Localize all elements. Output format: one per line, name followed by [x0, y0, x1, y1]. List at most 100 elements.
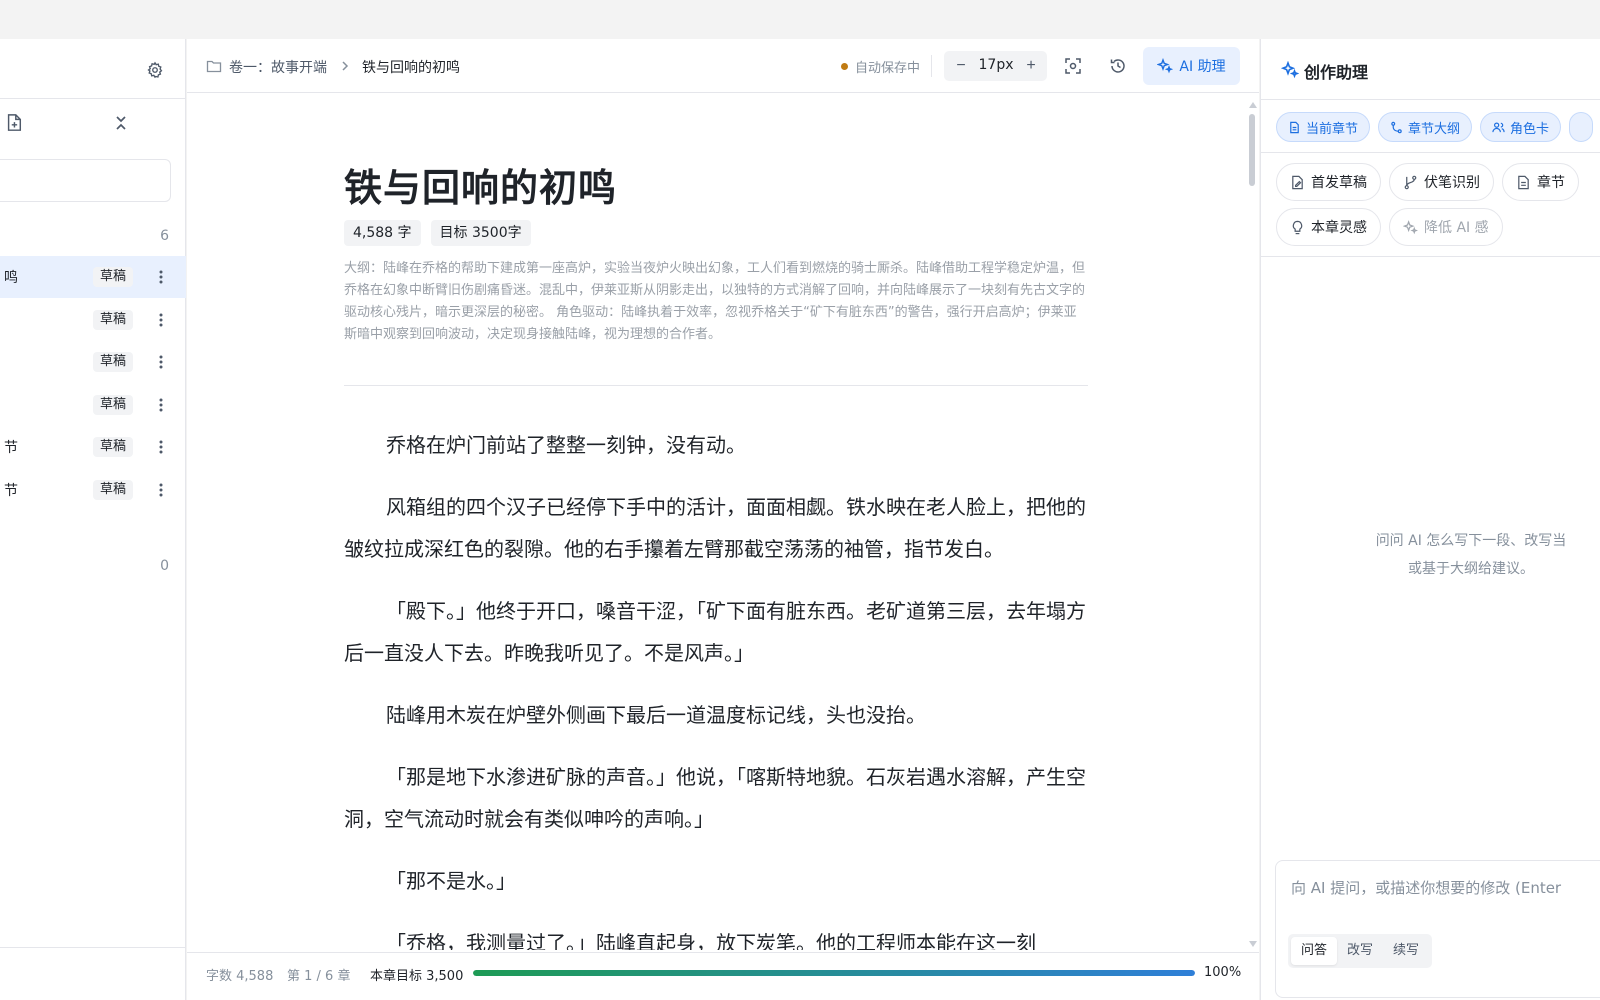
new-document-icon[interactable] — [5, 113, 23, 133]
action-first-draft[interactable]: 首发草稿 — [1276, 163, 1381, 201]
chapter-item[interactable]: 草稿 — [0, 299, 186, 341]
chapter-position: 第 1 / 6 章 — [287, 969, 351, 984]
chapter-item[interactable]: 鸣 草稿 — [0, 256, 186, 298]
chapter-outline: 大纲：陆峰在乔格的帮助下建成第一座高炉，实验当夜炉火映出幻象，工人们看到燃烧的骑… — [344, 261, 1086, 342]
font-increase-button[interactable]: + — [1022, 55, 1040, 77]
more-vertical-icon[interactable] — [155, 352, 167, 372]
sparkle-icon — [1280, 60, 1300, 79]
draft-icon — [1292, 175, 1303, 189]
chip-label: 当前章节 — [1306, 121, 1359, 137]
group-count: 0 — [160, 558, 169, 574]
empty-state-hint: 问问 AI 怎么写下一段、改写当 或基于大纲给建议。 — [1341, 527, 1600, 583]
breadcrumb-chapter: 铁与回响的初鸣 — [362, 60, 460, 76]
chip-label: 章节大纲 — [1408, 121, 1461, 137]
more-vertical-icon[interactable] — [155, 437, 167, 457]
font-size-control: − 17px + — [944, 51, 1047, 81]
ai-input-box: 问答 改写 续写 — [1275, 860, 1600, 998]
chapter-target: 本章目标 3,500 — [370, 969, 464, 984]
paragraph[interactable]: 「那是地下水渗进矿脉的声音。」他说，「喀斯特地貌。石灰岩遇水溶解，产生空洞，空气… — [344, 756, 1088, 840]
panel-title: 创作助理 — [1304, 63, 1369, 82]
context-chip-more[interactable] — [1569, 112, 1594, 142]
document-scroll[interactable]: 铁与回响的初鸣 4,588 字 目标 3500字 大纲：陆峰在乔格的帮助下建成第… — [187, 94, 1259, 950]
word-count-status: 字数 4,588 — [206, 969, 274, 984]
paragraph[interactable]: 乔格在炉门前站了整整一刻钟，没有动。 — [344, 424, 1088, 466]
app-window: 6 鸣 草稿 草稿 草稿 草稿 节 草稿 节 草稿 0 卷一：故事开端 铁与回响… — [0, 0, 1600, 1000]
collapse-all-icon[interactable] — [112, 113, 130, 133]
editor-area: 卷一：故事开端 铁与回响的初鸣 自动保存中 − 17px + AI 助理 铁与回… — [187, 39, 1259, 1000]
status-badge: 草稿 — [93, 310, 134, 330]
empty-hint-line: 问问 AI 怎么写下一段、改写当 — [1375, 533, 1567, 549]
chapter-title: 鸣 — [4, 270, 18, 286]
autosave-status-dot — [841, 63, 848, 70]
context-chip-outline[interactable]: 章节大纲 — [1378, 112, 1473, 142]
scrollbar-thumb[interactable] — [1249, 114, 1255, 186]
paragraph[interactable]: 风箱组的四个汉子已经停下手中的活计，面面相觑。铁水映在老人脸上，把他的皱纹拉成深… — [344, 486, 1088, 570]
document-icon — [1290, 121, 1299, 133]
more-vertical-icon[interactable] — [155, 395, 167, 415]
status-badge: 草稿 — [93, 267, 134, 287]
scroll-up-arrow[interactable] — [1249, 102, 1257, 108]
status-badge: 草稿 — [93, 480, 134, 500]
ai-assistant-panel: 创作助理 当前章节 章节大纲 角色卡 首发草稿 伏笔识别 章节 本章灵感 降低 … — [1260, 39, 1600, 1000]
panel-divider — [1261, 152, 1600, 153]
quick-action-row: 本章灵感 降低 AI 感 — [1276, 208, 1503, 246]
chapter-search-input[interactable] — [0, 159, 171, 202]
action-label: 章节 — [1537, 175, 1565, 191]
word-count-tag: 4,588 字 — [344, 220, 421, 246]
scroll-down-arrow[interactable] — [1249, 941, 1257, 947]
ai-assistant-button[interactable]: AI 助理 — [1143, 47, 1240, 85]
vertical-scrollbar[interactable] — [1249, 102, 1257, 947]
paragraph[interactable]: 「那不是水。」 — [344, 860, 1088, 902]
chapter-body[interactable]: 乔格在炉门前站了整整一刻钟，没有动。 风箱组的四个汉子已经停下手中的活计，面面相… — [344, 424, 1088, 950]
group-count: 6 — [160, 228, 169, 244]
empty-hint-line: 或基于大纲给建议。 — [1408, 561, 1534, 577]
font-decrease-button[interactable]: − — [952, 55, 970, 77]
action-label: 首发草稿 — [1311, 175, 1367, 191]
chapter-title-heading[interactable]: 铁与回响的初鸣 — [344, 157, 617, 212]
chevron-right-icon — [340, 58, 350, 74]
chapter-item[interactable]: 草稿 — [0, 341, 186, 383]
ai-assistant-label: AI 助理 — [1179, 59, 1226, 75]
panel-divider — [1261, 256, 1600, 257]
status-badge: 草稿 — [93, 352, 134, 372]
folder-icon — [206, 58, 222, 74]
status-badge: 草稿 — [93, 395, 134, 415]
action-inspiration[interactable]: 本章灵感 — [1276, 208, 1381, 246]
more-vertical-icon[interactable] — [155, 480, 167, 500]
history-icon[interactable] — [1109, 57, 1127, 75]
more-vertical-icon[interactable] — [155, 310, 167, 330]
window-top-strip — [0, 0, 1600, 39]
mode-continue[interactable]: 续写 — [1383, 937, 1429, 965]
breadcrumb-volume[interactable]: 卷一：故事开端 — [229, 57, 327, 77]
action-reduce-ai-feel[interactable]: 降低 AI 感 — [1389, 208, 1503, 246]
gear-icon[interactable] — [146, 61, 164, 79]
chapter-item[interactable]: 节 草稿 — [0, 469, 186, 511]
mode-rewrite[interactable]: 改写 — [1337, 937, 1383, 965]
chip-label: 角色卡 — [1510, 121, 1550, 137]
sidebar-divider — [0, 947, 186, 948]
mode-switcher: 问答 改写 续写 — [1288, 934, 1433, 968]
context-chip-current-chapter[interactable]: 当前章节 — [1276, 112, 1371, 142]
editor-toolbar: 卷一：故事开端 铁与回响的初鸣 自动保存中 − 17px + AI 助理 — [187, 39, 1259, 93]
focus-mode-icon[interactable] — [1064, 57, 1082, 75]
quick-action-row: 首发草稿 伏笔识别 章节 — [1276, 163, 1579, 201]
ai-prompt-input[interactable] — [1291, 873, 1600, 903]
more-vertical-icon[interactable] — [155, 267, 167, 287]
document-tags: 4,588 字 目标 3500字 — [344, 220, 531, 246]
chapter-title: 节 — [4, 440, 18, 456]
chapter-item[interactable]: 节 草稿 — [0, 426, 186, 468]
paragraph[interactable]: 「乔格，我测量过了。」陆峰直起身，放下炭笔。他的工程师本能在这一刻 — [344, 922, 1088, 950]
document-divider — [344, 385, 1088, 386]
mode-qa[interactable]: 问答 — [1291, 937, 1338, 965]
context-chip-characters[interactable]: 角色卡 — [1480, 112, 1562, 142]
paragraph[interactable]: 「殿下。」他终于开口，嗓音干涩，「矿下面有脏东西。老矿道第三层，去年塌方后一直没… — [344, 590, 1088, 674]
target-tag: 目标 3500字 — [430, 220, 531, 246]
sidebar-divider — [0, 98, 186, 99]
status-bar: 字数 4,588 第 1 / 6 章 本章目标 3,500 100% — [187, 952, 1259, 1000]
action-foreshadow[interactable]: 伏笔识别 — [1389, 163, 1494, 201]
paragraph[interactable]: 陆峰用木炭在炉壁外侧画下最后一道温度标记线，头也没抬。 — [344, 694, 1088, 736]
chapter-item[interactable]: 草稿 — [0, 384, 186, 426]
document-icon — [1518, 175, 1529, 189]
sparkle-icon — [1157, 58, 1174, 74]
action-chapter[interactable]: 章节 — [1502, 163, 1579, 201]
